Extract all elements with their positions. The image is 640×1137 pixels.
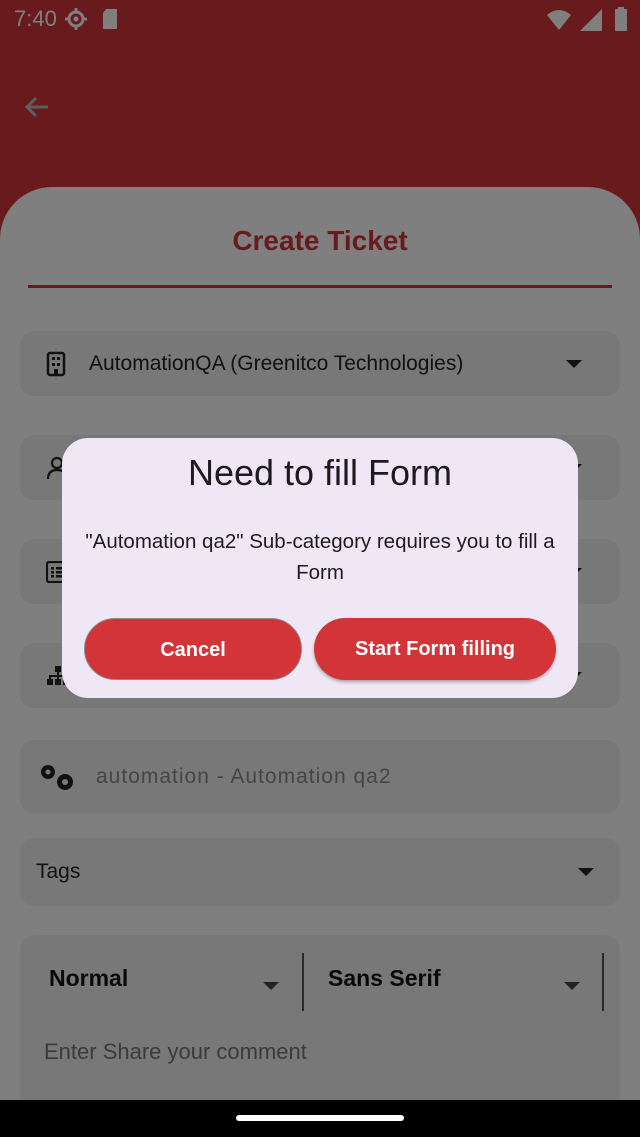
cancel-button[interactable]: Cancel <box>84 618 302 680</box>
nav-bar <box>0 1100 640 1137</box>
dialog-title: Need to fill Form <box>187 452 453 493</box>
start-form-button[interactable]: Start Form filling <box>314 618 556 680</box>
dialog-message: "Automation qa2" Sub-category requires y… <box>85 530 555 584</box>
home-gesture-handle[interactable] <box>236 1115 404 1121</box>
form-required-dialog: Need to fill Form "Automation qa2" Sub-c… <box>62 438 578 698</box>
